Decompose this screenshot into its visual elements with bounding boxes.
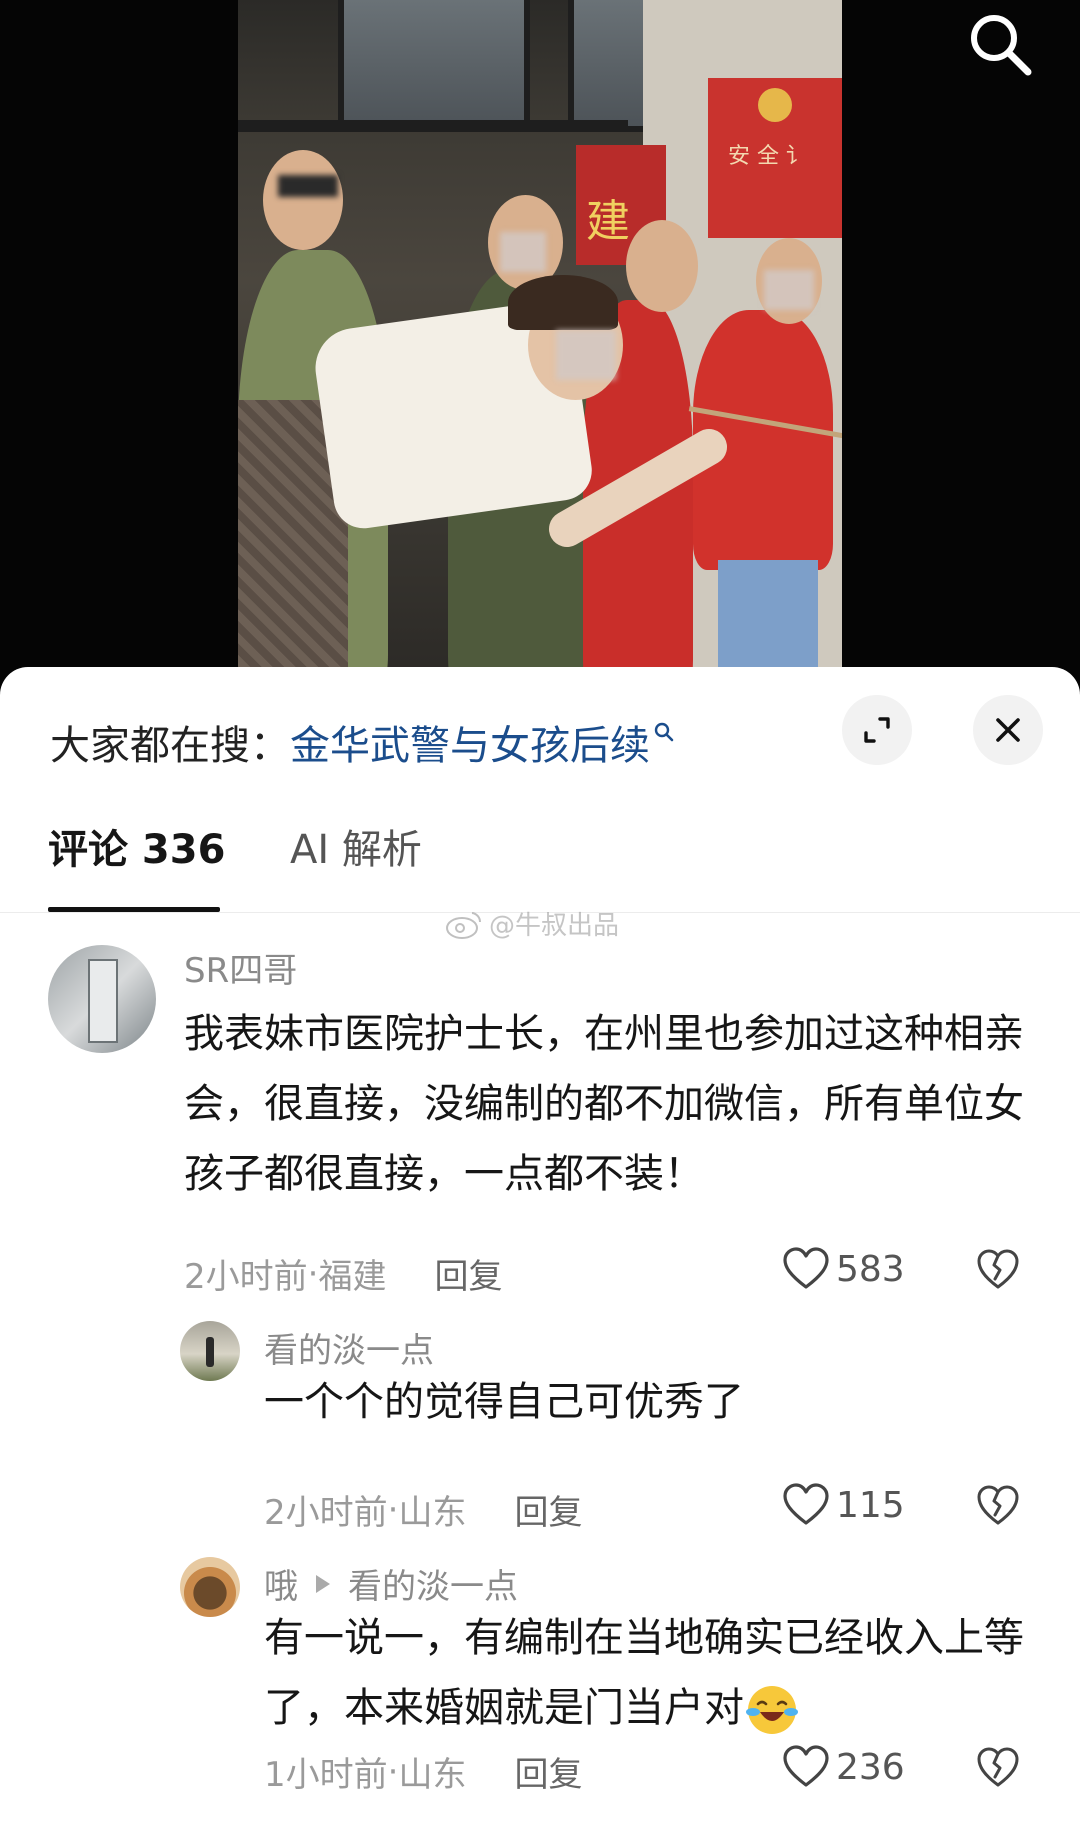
video-frame: 安 全 讠 建: [238, 0, 842, 700]
avatar[interactable]: [48, 945, 156, 1053]
watermark-text: @牛叔出品: [489, 911, 620, 941]
broken-heart-icon: [977, 1485, 1019, 1525]
video-player[interactable]: 安 全 讠 建: [0, 0, 1080, 700]
tab-comments[interactable]: 评论 336: [48, 817, 225, 875]
emblem: [758, 88, 792, 122]
building-window: [338, 0, 530, 132]
comment-username-line: 哦 看的淡一点: [264, 1559, 518, 1608]
comment-location: 山东: [398, 1493, 467, 1533]
comment-time: 1小时前: [264, 1755, 388, 1795]
comment-location: 福建: [318, 1257, 387, 1297]
expand-icon: [864, 717, 890, 743]
comment-username[interactable]: 哦: [264, 1559, 298, 1608]
comment-meta: 2小时前 · 福建 回复: [184, 1249, 502, 1298]
comment-time: 2小时前: [184, 1257, 308, 1297]
red-sign: 安 全 讠: [708, 78, 842, 238]
avatar[interactable]: [180, 1321, 240, 1381]
close-button[interactable]: [973, 695, 1043, 765]
comments-sheet: 大家都在搜： 金华武警与女孩后续 评论 336 AI 解析 @牛叔出品 SR四哥…: [0, 667, 1080, 1844]
like-count: 115: [836, 1484, 905, 1526]
hot-search-bar[interactable]: 大家都在搜： 金华武警与女孩后续: [50, 707, 674, 777]
comment-meta: 1小时前 · 山东 回复: [264, 1747, 582, 1796]
magnifier-icon: [654, 722, 674, 748]
avatar[interactable]: [180, 1557, 240, 1617]
like-count: 236: [836, 1746, 905, 1788]
face-blur: [764, 270, 814, 310]
dislike-button[interactable]: [976, 1747, 1020, 1793]
window-frame: [238, 120, 628, 132]
search-button[interactable]: [962, 6, 1038, 82]
broken-heart-icon: [977, 1249, 1019, 1289]
face-blur: [556, 330, 616, 380]
expand-button[interactable]: [842, 695, 912, 765]
head: [263, 150, 343, 250]
close-icon: [996, 718, 1020, 742]
comment-text: 一个个的觉得自己可优秀了: [264, 1379, 744, 1425]
search-icon: [971, 15, 1032, 76]
comment-meta: 2小时前 · 山东 回复: [264, 1485, 582, 1534]
watermark: @牛叔出品: [445, 905, 619, 942]
hair: [508, 275, 618, 330]
meta-separator: ·: [387, 1489, 399, 1530]
dislike-button[interactable]: [976, 1485, 1020, 1531]
like-button[interactable]: 583: [782, 1247, 905, 1291]
comment-username[interactable]: SR四哥: [184, 943, 297, 992]
tab-ai-analysis[interactable]: AI 解析: [290, 817, 422, 875]
heart-icon: [783, 1483, 829, 1525]
reply-to-username[interactable]: 看的淡一点: [348, 1559, 518, 1608]
dislike-button[interactable]: [976, 1249, 1020, 1295]
heart-icon: [783, 1247, 829, 1289]
hot-search-prefix: 大家都在搜：: [50, 723, 290, 769]
broken-heart-icon: [977, 1747, 1019, 1787]
like-count: 583: [836, 1248, 905, 1290]
reply-button[interactable]: 回复: [434, 1249, 502, 1298]
meta-separator: ·: [307, 1253, 319, 1294]
comment-time: 2小时前: [264, 1493, 388, 1533]
comment-text: 有一说一，有编制在当地确实已经收入上等了，本来婚姻就是门当户对: [264, 1603, 1044, 1743]
reply-button[interactable]: 回复: [514, 1747, 582, 1796]
tab-bar: 评论 336 AI 解析: [0, 817, 1080, 897]
comment-location: 山东: [398, 1755, 467, 1795]
hot-search-term[interactable]: 金华武警与女孩后续: [290, 713, 650, 771]
heart-icon: [783, 1745, 829, 1787]
reply-button[interactable]: 回复: [514, 1485, 582, 1534]
like-button[interactable]: 115: [782, 1483, 905, 1527]
face-blur: [278, 175, 338, 197]
weibo-icon: [446, 911, 482, 939]
face-blur: [500, 232, 546, 272]
sign-text: 安 全 讠: [728, 144, 808, 169]
head: [626, 220, 698, 312]
comment-text: 我表妹市医院护士长，在州里也参加过这种相亲会，很直接，没编制的都不加微信，所有单…: [184, 1011, 1024, 1197]
like-button[interactable]: 236: [782, 1745, 905, 1789]
comment-username[interactable]: 看的淡一点: [264, 1323, 434, 1372]
poster-text: 建: [586, 196, 630, 247]
comment-text-body: 有一说一，有编制在当地确实已经收入上等了，本来婚姻就是门当户对: [264, 1615, 1024, 1731]
meta-separator: ·: [387, 1751, 399, 1792]
reply-arrow-icon: [316, 1574, 330, 1593]
laughing-crying-emoji: [746, 1686, 798, 1734]
